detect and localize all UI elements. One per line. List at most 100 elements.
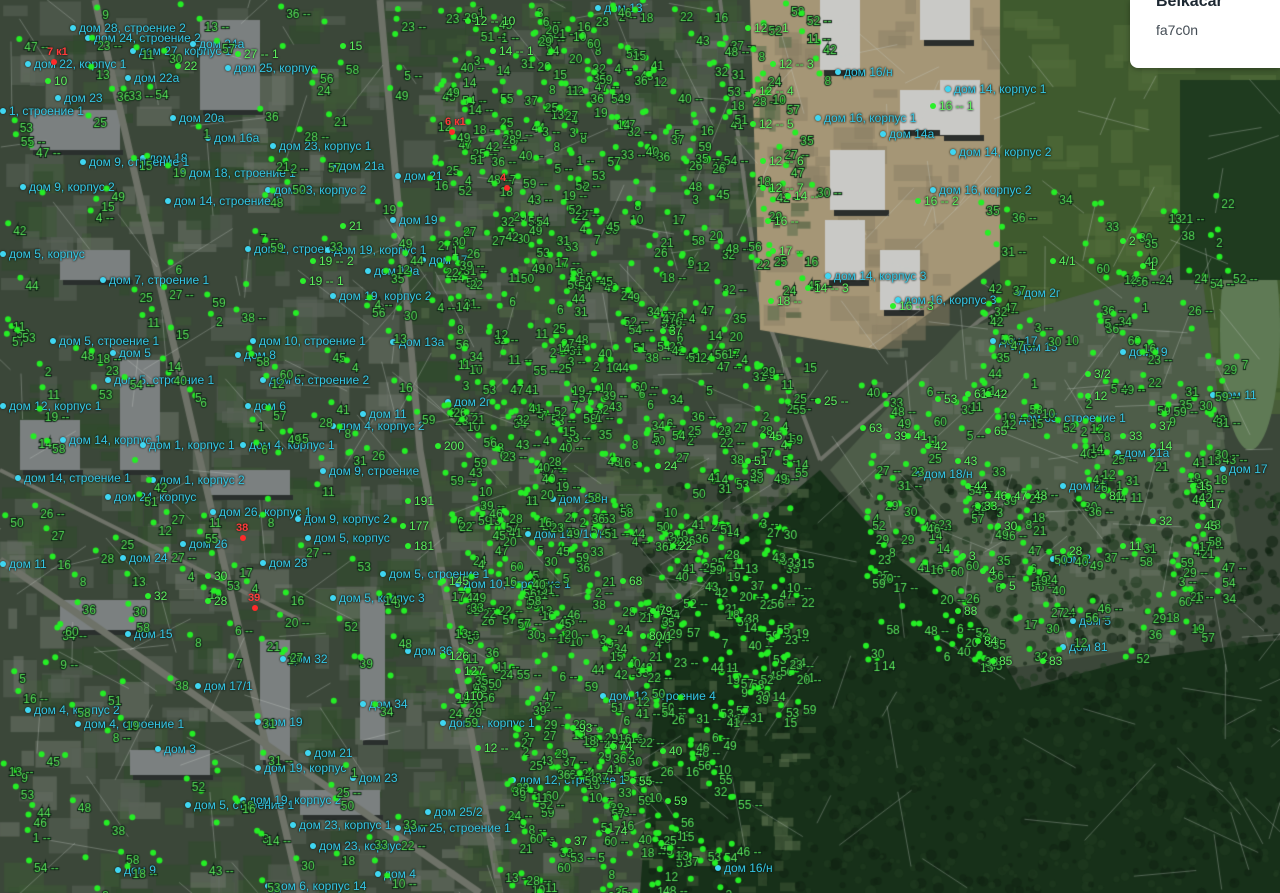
number-marker[interactable]: 51 <box>745 455 767 468</box>
number-marker[interactable]: 21 <box>340 220 362 233</box>
address-marker[interactable]: дом 25/2 <box>425 806 483 819</box>
address-marker[interactable]: дом 7, строение 1 <box>100 274 209 287</box>
address-marker[interactable]: дом 32 <box>280 653 328 666</box>
address-marker[interactable]: дом 14а <box>880 128 934 141</box>
address-marker[interactable]: дом 26 <box>180 538 228 551</box>
number-marker[interactable]: 16 -- 1 <box>930 100 974 113</box>
number-marker[interactable]: 37 <box>565 835 587 848</box>
number-marker[interactable]: 12 -- 4 <box>750 85 794 98</box>
address-marker[interactable]: дом 17 <box>420 254 468 267</box>
address-marker[interactable]: дом 1, корпус 2 <box>150 474 245 487</box>
number-marker[interactable]: 74 <box>610 740 632 753</box>
address-marker[interactable]: дом 2г <box>445 396 490 409</box>
address-marker[interactable]: дом 22, корпус 1 <box>25 58 126 71</box>
red-marker[interactable]: 38 <box>236 522 248 541</box>
address-marker[interactable]: дом 24, корпус <box>105 491 196 504</box>
address-marker[interactable]: дом 14, корпус 2 <box>950 146 1051 159</box>
number-marker[interactable]: 5 <box>1000 580 1016 593</box>
number-marker[interactable]: 17 <box>1200 498 1222 511</box>
address-marker[interactable]: дом 16а <box>205 132 259 145</box>
address-marker[interactable]: дом 14, строение 1 <box>15 472 131 485</box>
address-marker[interactable]: дом 4 <box>375 868 416 881</box>
number-marker[interactable]: 14 <box>1150 440 1172 453</box>
red-marker[interactable]: 6 к1 <box>445 116 466 135</box>
number-marker[interactable]: 14 -- <box>785 190 819 203</box>
number-marker[interactable]: 15 <box>340 40 362 53</box>
address-marker[interactable]: дом 13а <box>390 336 444 349</box>
number-marker[interactable]: 81 <box>1100 490 1122 503</box>
address-marker[interactable]: дом 5 <box>110 347 151 360</box>
address-marker[interactable]: дом 19, корпус 2 <box>240 794 341 807</box>
address-marker[interactable]: дом 28 <box>260 557 308 570</box>
number-marker[interactable]: 2 <box>1120 235 1136 248</box>
address-marker[interactable]: дом 13 <box>595 2 643 15</box>
number-marker[interactable]: 145 <box>440 575 469 588</box>
address-marker[interactable]: дом 23, корпус <box>310 840 401 853</box>
address-marker[interactable]: дом 9, строение 1 <box>80 156 189 169</box>
address-marker[interactable]: дом 16/н <box>715 862 773 875</box>
number-marker[interactable]: 45 <box>760 430 782 443</box>
address-marker[interactable]: дом 6 <box>245 400 286 413</box>
number-marker[interactable]: 19 -- 1 <box>300 275 344 288</box>
number-marker[interactable]: 48 <box>1025 490 1047 503</box>
number-marker[interactable]: 12 -- 6 <box>760 155 804 168</box>
number-marker[interactable]: 16 -- 3 <box>890 300 934 313</box>
number-marker[interactable]: 12 -- <box>475 742 509 755</box>
address-marker[interactable]: дом 4, корпус 2 <box>25 704 120 717</box>
address-marker[interactable]: дом 12, строение 4 <box>600 690 716 703</box>
address-marker[interactable]: дом 20а <box>170 112 224 125</box>
number-marker[interactable]: 12 -- 3 <box>770 58 814 71</box>
address-marker[interactable]: дом 9, строение <box>320 465 419 478</box>
address-marker[interactable]: дом 19а <box>365 265 419 278</box>
address-marker[interactable]: дом 16/н <box>835 66 893 79</box>
number-marker[interactable]: 74 <box>605 825 627 838</box>
number-marker[interactable]: 110 <box>455 690 483 703</box>
address-marker[interactable]: дом 65, строение 1 <box>1010 412 1126 425</box>
address-marker[interactable]: дом 17 <box>1220 463 1268 476</box>
map-view[interactable]: дом 28, строение 2 дом 24, строение 2 дом … <box>0 0 1280 893</box>
number-marker[interactable]: 27 -- 1 <box>235 48 279 61</box>
address-marker[interactable]: дом 1, корпус 1 <box>140 439 235 452</box>
number-marker[interactable]: 11 -- <box>1120 540 1153 553</box>
address-marker[interactable]: дом 21 <box>305 747 353 760</box>
number-marker[interactable]: 44 <box>965 480 987 493</box>
address-marker[interactable]: дом 21 <box>395 170 443 183</box>
number-marker[interactable]: 12 -- 5 <box>750 118 794 131</box>
address-marker[interactable]: дом 19 <box>255 716 303 729</box>
address-marker[interactable]: дом 23, корпус 1 <box>290 819 391 832</box>
address-marker[interactable]: дом 15 <box>125 628 173 641</box>
number-marker[interactable]: 43 <box>955 455 977 468</box>
number-marker[interactable]: 16 -- 2 <box>915 195 959 208</box>
address-marker[interactable]: дом 4, корпус 1 <box>240 439 335 452</box>
number-marker[interactable]: 55 <box>630 775 652 788</box>
address-marker[interactable]: дом 25, корпус <box>225 62 316 75</box>
number-marker[interactable]: 127 <box>455 665 484 678</box>
number-marker[interactable]: 28 <box>205 595 227 608</box>
number-marker[interactable]: 22 <box>175 60 197 73</box>
number-marker[interactable]: 15 <box>1190 480 1212 493</box>
number-marker[interactable]: 42 <box>985 388 1007 401</box>
address-marker[interactable]: дом 3 <box>155 743 196 756</box>
number-marker[interactable]: 37 <box>1150 420 1172 433</box>
number-marker[interactable]: 12 -- 10 <box>465 15 515 28</box>
address-marker[interactable]: дом 9, корпус 2 <box>295 513 390 526</box>
number-marker[interactable]: 32 <box>145 590 167 603</box>
address-marker[interactable]: дом 19, корпус 2 <box>330 290 431 303</box>
number-marker[interactable]: 88 <box>955 605 977 618</box>
address-marker[interactable]: 1, строение 1 <box>0 105 84 118</box>
address-marker[interactable]: дом 17/1 <box>195 680 253 693</box>
number-marker[interactable]: 19 -- 2 <box>310 255 354 268</box>
number-marker[interactable]: 191 <box>405 495 434 508</box>
number-marker[interactable]: 39 <box>885 430 907 443</box>
address-marker[interactable]: дом 4, корпус 2 <box>330 420 425 433</box>
number-marker[interactable]: 61 <box>965 388 987 401</box>
address-marker[interactable]: дом 19 <box>1120 346 1168 359</box>
address-marker[interactable]: дом 19 <box>390 214 438 227</box>
number-marker[interactable]: 59 <box>665 795 687 808</box>
number-marker[interactable]: 14 -- 1 <box>490 45 534 58</box>
address-marker[interactable]: дом 20/н <box>550 493 608 506</box>
number-marker[interactable]: 25 -- <box>815 395 849 408</box>
address-marker[interactable]: дом 10, строение 1 <box>250 335 366 348</box>
address-marker[interactable]: дом 15 <box>1010 341 1058 354</box>
number-marker[interactable]: 126 <box>440 650 469 663</box>
